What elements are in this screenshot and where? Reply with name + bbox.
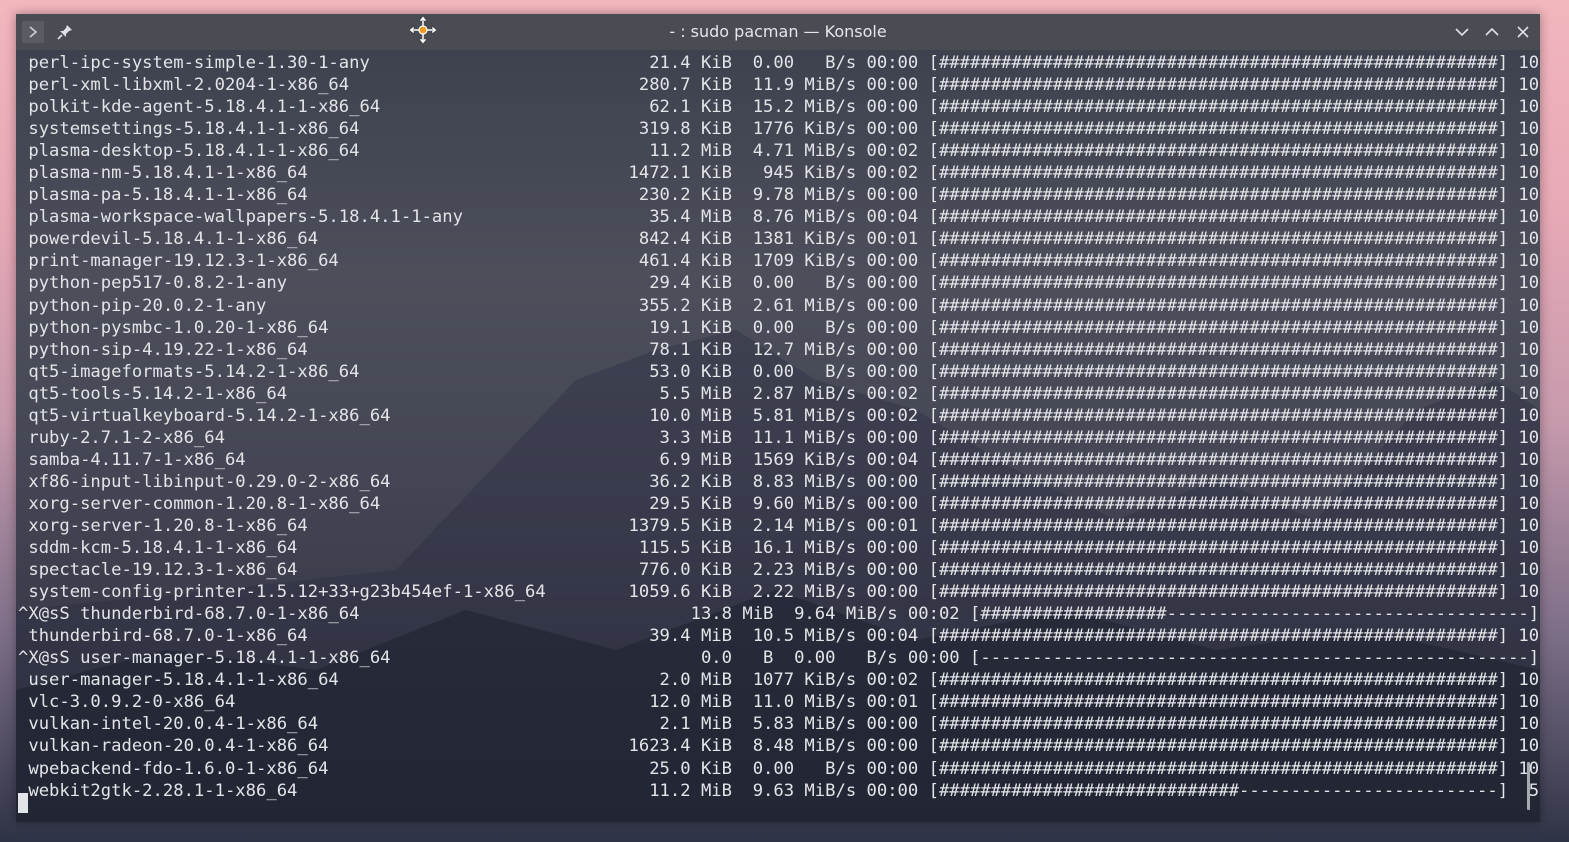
- terminal-line: plasma-workspace-wallpapers-5.18.4.1-1-a…: [18, 207, 1540, 228]
- terminal-line: python-pep517-0.8.2-1-any 29.4 KiB 0.00 …: [18, 273, 1540, 294]
- konsole-window: - : sudo pacman — Konsole perl-ipc-syste…: [16, 14, 1540, 822]
- terminal-line: print-manager-19.12.3-1-x86_64 461.4 KiB…: [18, 251, 1540, 272]
- terminal-line: samba-4.11.7-1-x86_64 6.9 MiB 1569 KiB/s…: [18, 449, 1540, 470]
- chevron-down-icon[interactable]: [1451, 21, 1473, 43]
- terminal-line: vulkan-radeon-20.0.4-1-x86_64 1623.4 KiB…: [18, 736, 1540, 757]
- terminal-line: thunderbird-68.7.0-1-x86_64 39.4 MiB 10.…: [18, 626, 1540, 647]
- terminal-line: wpebackend-fdo-1.6.0-1-x86_64 25.0 KiB 0…: [18, 758, 1540, 779]
- close-icon[interactable]: [1512, 21, 1534, 43]
- terminal-line: perl-xml-libxml-2.0204-1-x86_64 280.7 Ki…: [18, 75, 1540, 96]
- terminal-line: user-manager-5.18.4.1-1-x86_64 2.0 MiB 1…: [18, 670, 1540, 691]
- terminal-line: ruby-2.7.1-2-x86_64 3.3 MiB 11.1 MiB/s 0…: [18, 427, 1540, 448]
- terminal-line: systemsettings-5.18.4.1-1-x86_64 319.8 K…: [18, 119, 1540, 140]
- terminal-line: ^X@sS thunderbird-68.7.0-1-x86_64 13.8 M…: [18, 604, 1540, 625]
- terminal-line: vlc-3.0.9.2-0-x86_64 12.0 MiB 11.0 MiB/s…: [18, 692, 1540, 713]
- terminal-line: ^X@sS user-manager-5.18.4.1-1-x86_64 0.0…: [18, 648, 1540, 669]
- chevron-up-icon[interactable]: [1481, 21, 1503, 43]
- terminal-line: plasma-pa-5.18.4.1-1-x86_64 230.2 KiB 9.…: [18, 185, 1540, 206]
- terminal-line: python-pysmbc-1.0.20-1-x86_64 19.1 KiB 0…: [18, 317, 1540, 338]
- terminal-area[interactable]: perl-ipc-system-simple-1.30-1-any 21.4 K…: [16, 50, 1540, 822]
- terminal-line: sddm-kcm-5.18.4.1-1-x86_64 115.5 KiB 16.…: [18, 538, 1540, 559]
- terminal-line: polkit-kde-agent-5.18.4.1-1-x86_64 62.1 …: [18, 97, 1540, 118]
- terminal-line: perl-ipc-system-simple-1.30-1-any 21.4 K…: [18, 53, 1540, 73]
- terminal-line: plasma-nm-5.18.4.1-1-x86_64 1472.1 KiB 9…: [18, 163, 1540, 184]
- terminal-line: webkit2gtk-2.28.1-1-x86_64 11.2 MiB 9.63…: [18, 780, 1540, 801]
- terminal-line: python-sip-4.19.22-1-x86_64 78.1 KiB 12.…: [18, 339, 1540, 360]
- terminal-line: xorg-server-common-1.20.8-1-x86_64 29.5 …: [18, 493, 1540, 514]
- title-bar[interactable]: - : sudo pacman — Konsole: [16, 14, 1540, 50]
- terminal-cursor: [18, 793, 28, 813]
- scrollbar[interactable]: [1527, 762, 1530, 810]
- terminal-output: perl-ipc-system-simple-1.30-1-any 21.4 K…: [18, 52, 1540, 802]
- terminal-line: qt5-tools-5.14.2-1-x86_64 5.5 MiB 2.87 M…: [18, 383, 1540, 404]
- terminal-line: xf86-input-libinput-0.29.0-2-x86_64 36.2…: [18, 471, 1540, 492]
- terminal-line: plasma-desktop-5.18.4.1-1-x86_64 11.2 Mi…: [18, 141, 1540, 162]
- terminal-line: qt5-virtualkeyboard-5.14.2-1-x86_64 10.0…: [18, 405, 1540, 426]
- terminal-line: powerdevil-5.18.4.1-1-x86_64 842.4 KiB 1…: [18, 229, 1540, 250]
- window-title: - : sudo pacman — Konsole: [669, 22, 887, 41]
- terminal-line: xorg-server-1.20.8-1-x86_64 1379.5 KiB 2…: [18, 515, 1540, 536]
- terminal-line: qt5-imageformats-5.14.2-1-x86_64 53.0 Ki…: [18, 361, 1540, 382]
- terminal-line: system-config-printer-1.5.12+33+g23b454e…: [18, 582, 1540, 603]
- terminal-line: spectacle-19.12.3-1-x86_64 776.0 KiB 2.2…: [18, 560, 1540, 581]
- terminal-line: python-pip-20.0.2-1-any 355.2 KiB 2.61 M…: [18, 295, 1540, 316]
- terminal-line: vulkan-intel-20.0.4-1-x86_64 2.1 MiB 5.8…: [18, 714, 1540, 735]
